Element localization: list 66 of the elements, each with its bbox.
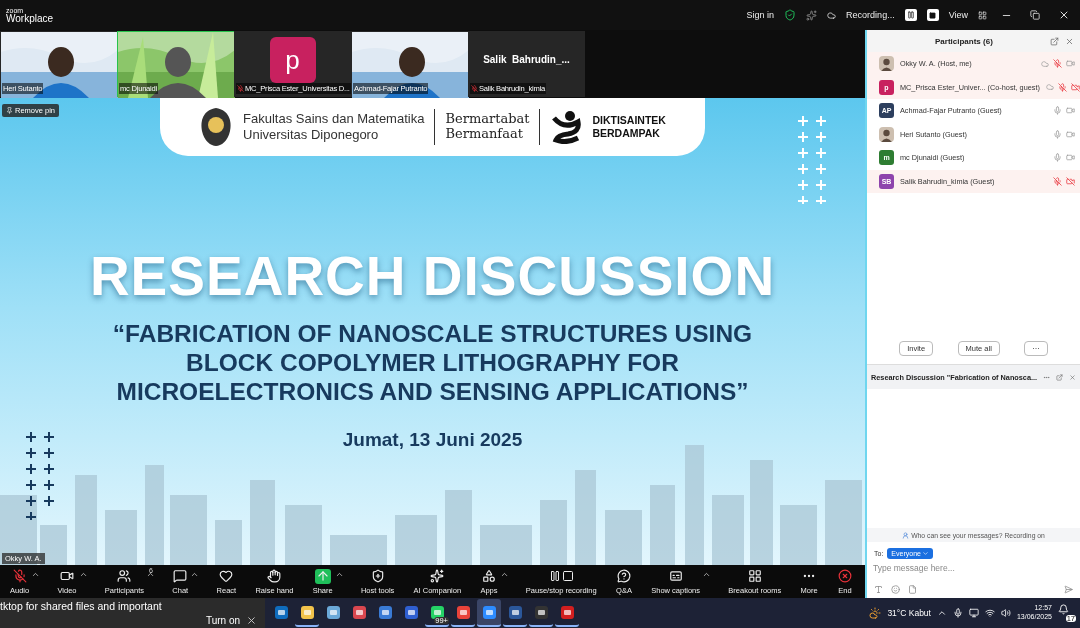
slide-date: Jumat, 13 Juni 2025 bbox=[342, 428, 523, 451]
toast-text: tktop for shared files and important bbox=[0, 600, 162, 612]
sparkle-icon bbox=[806, 9, 818, 21]
view-button[interactable]: View bbox=[948, 10, 968, 20]
caret-icon bbox=[921, 550, 929, 557]
stop-button[interactable] bbox=[926, 9, 939, 21]
sparkle-icon bbox=[429, 568, 446, 584]
pin-icon bbox=[6, 107, 13, 114]
recording-status: Recording... bbox=[846, 10, 895, 20]
send-icon[interactable] bbox=[1064, 585, 1073, 594]
microphone-icon[interactable] bbox=[952, 608, 963, 618]
hand-icon bbox=[266, 568, 283, 584]
app-icon bbox=[507, 604, 523, 620]
grid-icon bbox=[746, 568, 763, 584]
app-icon bbox=[351, 604, 367, 620]
pop-out-icon[interactable] bbox=[1050, 36, 1059, 46]
brand-text: DIKTISAINTEK BERDAMPAK bbox=[592, 114, 666, 140]
turn-on-button[interactable]: Turn on bbox=[205, 615, 240, 626]
faculty-name: Fakultas Sains dan Matematika Universitas Diponegoro bbox=[243, 110, 425, 144]
app-icon bbox=[455, 604, 471, 620]
sign-in-link[interactable]: Sign in bbox=[746, 10, 775, 20]
network-icon[interactable] bbox=[984, 608, 995, 618]
pause-stop-icon bbox=[553, 568, 570, 584]
participant-name: Salik Bahrudin_... bbox=[483, 53, 570, 65]
format-icon[interactable] bbox=[874, 585, 883, 594]
shield-icon bbox=[784, 9, 797, 21]
close-icon[interactable] bbox=[246, 615, 257, 626]
speaker-icon[interactable] bbox=[1000, 608, 1011, 618]
weather-text: 31°C Kabut bbox=[887, 608, 931, 618]
slide-subtitle: “FABRICATION OF NANOSCALE STRUCTURES USING BLOCK COPOLYMER LITHOGRAPHY FOR MICROELECTRONICS AND SENSING APPLICATIONS” bbox=[112, 320, 753, 407]
panel-title: Participants (6) bbox=[935, 36, 993, 46]
weather-icon bbox=[869, 607, 882, 619]
app-icon bbox=[559, 604, 575, 620]
person-icon bbox=[902, 531, 910, 539]
motto-text: Bermartabat Bermanfaat bbox=[445, 112, 530, 142]
captions-icon bbox=[667, 568, 684, 584]
apps-icon bbox=[480, 568, 497, 584]
display-icon[interactable] bbox=[968, 608, 979, 618]
taskbar-app-button[interactable] bbox=[477, 599, 501, 627]
swirl-logo-icon bbox=[550, 110, 583, 144]
app-icon bbox=[429, 604, 445, 620]
pause-icon bbox=[906, 11, 915, 19]
restore-icon bbox=[1030, 10, 1040, 20]
chevron-up-icon[interactable] bbox=[936, 608, 947, 618]
app-icon bbox=[299, 604, 315, 620]
cloud-icon bbox=[827, 10, 837, 20]
question-icon bbox=[615, 568, 632, 584]
app-icon bbox=[325, 604, 341, 620]
close-icon bbox=[1058, 9, 1070, 21]
people-icon bbox=[116, 568, 133, 584]
app-icon bbox=[403, 604, 419, 620]
chat-icon bbox=[172, 568, 189, 584]
app-icon bbox=[533, 604, 549, 620]
muted-microphone-icon bbox=[471, 85, 478, 92]
stop-icon bbox=[929, 11, 937, 19]
muted-microphone-icon bbox=[237, 85, 244, 92]
avatar-icon bbox=[879, 126, 894, 142]
app-icon bbox=[273, 604, 289, 620]
heart-icon bbox=[218, 568, 235, 584]
slide-title: RESEARCH DISCUSSION bbox=[89, 244, 776, 308]
avatar-icon bbox=[879, 56, 894, 72]
app-icon bbox=[481, 604, 497, 620]
app-icon bbox=[377, 604, 393, 620]
avatar-tile: p bbox=[269, 37, 316, 83]
grid-icon bbox=[978, 10, 987, 20]
pause-button[interactable] bbox=[904, 9, 917, 21]
